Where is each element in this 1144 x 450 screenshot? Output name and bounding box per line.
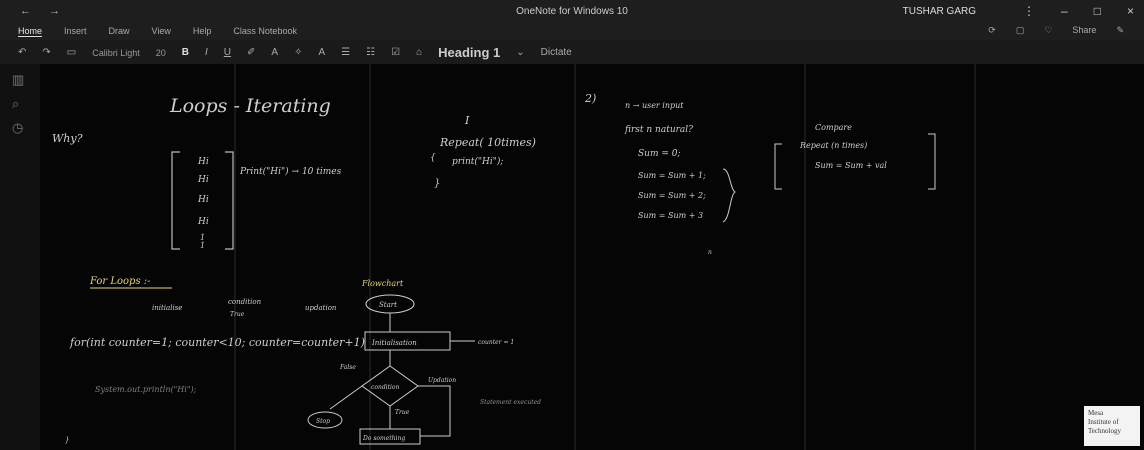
underline-button[interactable]: U [224, 47, 231, 58]
compare-note: Compare [815, 123, 852, 132]
user-name[interactable]: TUSHAR GARG [903, 6, 976, 17]
i-mark: I [464, 114, 470, 127]
do-something-node: Do something [362, 435, 405, 442]
text-style-icon[interactable]: A [318, 47, 325, 58]
false-label: False [339, 364, 356, 371]
first-natural-note: first n natural? [624, 125, 693, 135]
system-print: System.out.println("Hi"); [95, 385, 197, 394]
handwriting-layer: Why? Loops - Iterating Hi Hi Hi Hi 1 1 P… [52, 64, 976, 450]
condition-node: condition [371, 384, 400, 391]
chevron-down-icon[interactable]: ⌄ [516, 47, 524, 58]
notebooks-icon[interactable]: ▥ [12, 72, 24, 88]
sum0-note: Sum = 0; [638, 149, 681, 159]
why-note: Why? [52, 132, 83, 145]
hi-line-2: Hi [197, 175, 209, 185]
menu-bar: Home Insert Draw View Help Class Noteboo… [0, 24, 1144, 40]
clear-format-icon[interactable]: ✧ [294, 47, 302, 58]
print-hi-note: Print("Hi") → 10 times [239, 166, 342, 177]
sum1-note: Sum = Sum + 1; [638, 171, 706, 180]
tab-home[interactable]: Home [18, 26, 43, 37]
search-icon[interactable]: ⌕ [12, 96, 19, 112]
repeat-n-note: Repeat (n times) [799, 141, 867, 150]
init-label: initialise [152, 304, 182, 312]
note-title: Loops - Iterating [169, 95, 331, 117]
n-input-note: n → user input [625, 101, 684, 110]
for-loops-heading: For Loops :- [89, 276, 151, 287]
hi-line-6: 1 [200, 241, 205, 250]
undo-icon[interactable]: ↶ [18, 47, 26, 58]
cond-label: condition [228, 298, 262, 306]
n-dots-note: n [708, 249, 712, 256]
stop-node: Stop [316, 418, 330, 425]
tab-draw[interactable]: Draw [109, 26, 130, 37]
dictate-button[interactable]: Dictate [541, 47, 572, 58]
repeat-note: Repeat( 10times) [439, 136, 536, 149]
italic-button[interactable]: I [205, 47, 208, 58]
counter-label: counter = 1 [478, 339, 514, 346]
numbered-list-icon[interactable]: ☷ [366, 47, 375, 58]
sum2-note: Sum = Sum + 2; [638, 191, 706, 200]
redo-icon[interactable]: ↷ [42, 47, 50, 58]
title-bar: ← → OneNote for Windows 10 TUSHAR GARG ⋮… [0, 0, 1144, 24]
left-sidebar: ▥ ⌕ ◷ [0, 64, 40, 450]
font-color-icon[interactable]: A [271, 47, 278, 58]
updation-label: updation [305, 304, 337, 312]
section-2: 2) [584, 92, 596, 105]
print-stmt-note: print("Hi"); [452, 156, 503, 167]
close-button[interactable]: × [1127, 4, 1134, 18]
more-options-icon[interactable]: ⋮ [1023, 4, 1035, 18]
sum3-note: Sum = Sum + 3 [638, 211, 703, 220]
checklist-icon[interactable]: ☑ [391, 47, 400, 58]
notification-icon[interactable]: ▢ [1016, 25, 1025, 36]
true2-label: True [395, 409, 410, 416]
maximize-button[interactable]: □ [1094, 4, 1101, 18]
bold-button[interactable]: B [182, 47, 189, 58]
clipboard-icon[interactable]: ▭ [67, 47, 76, 58]
tab-view[interactable]: View [152, 26, 171, 37]
closing-brace: } [65, 436, 69, 444]
style-dropdown[interactable]: Heading 1 [438, 45, 500, 60]
updation-node: Updation [428, 377, 456, 384]
tab-insert[interactable]: Insert [64, 26, 87, 37]
share-button[interactable]: Share [1072, 25, 1096, 36]
bullet-list-icon[interactable]: ☰ [341, 47, 350, 58]
flowchart-heading: Flowchart [361, 279, 404, 288]
tab-help[interactable]: Help [193, 26, 212, 37]
institute-logo: Mesa Institute of Technology [1084, 406, 1140, 446]
brace-close: } [434, 178, 440, 189]
font-name-field[interactable]: Calibri Light [92, 48, 140, 58]
pen-icon[interactable]: ✎ [1116, 25, 1124, 36]
lightbulb-icon[interactable]: ♡ [1044, 25, 1052, 36]
sync-icon[interactable]: ⟳ [988, 25, 996, 36]
true-label: True [230, 311, 245, 318]
ribbon-toolbar: ↶ ↷ ▭ Calibri Light 20 B I U ✐ A ✧ A ☰ ☷… [0, 40, 1144, 64]
tab-class-notebook[interactable]: Class Notebook [233, 26, 297, 37]
note-canvas[interactable]: Why? Loops - Iterating Hi Hi Hi Hi 1 1 P… [40, 64, 1144, 450]
highlight-icon[interactable]: ✐ [247, 47, 255, 58]
recent-icon[interactable]: ◷ [12, 120, 23, 136]
hi-line-1: Hi [197, 157, 209, 167]
init-node: Initialisation [371, 339, 417, 347]
inside-note: Statement executed [480, 399, 541, 406]
font-size-field[interactable]: 20 [156, 48, 166, 58]
minimize-button[interactable]: – [1061, 4, 1068, 18]
hi-line-3: Hi [197, 195, 209, 205]
hi-line-4: Hi [197, 217, 209, 227]
tag-icon[interactable]: ⌂ [416, 47, 422, 58]
start-node: Start [379, 301, 397, 309]
sum-loop-note: Sum = Sum + val [815, 161, 887, 170]
for-statement: for(int counter=1; counter<10; counter=c… [69, 336, 365, 349]
brace-open: { [430, 153, 436, 163]
